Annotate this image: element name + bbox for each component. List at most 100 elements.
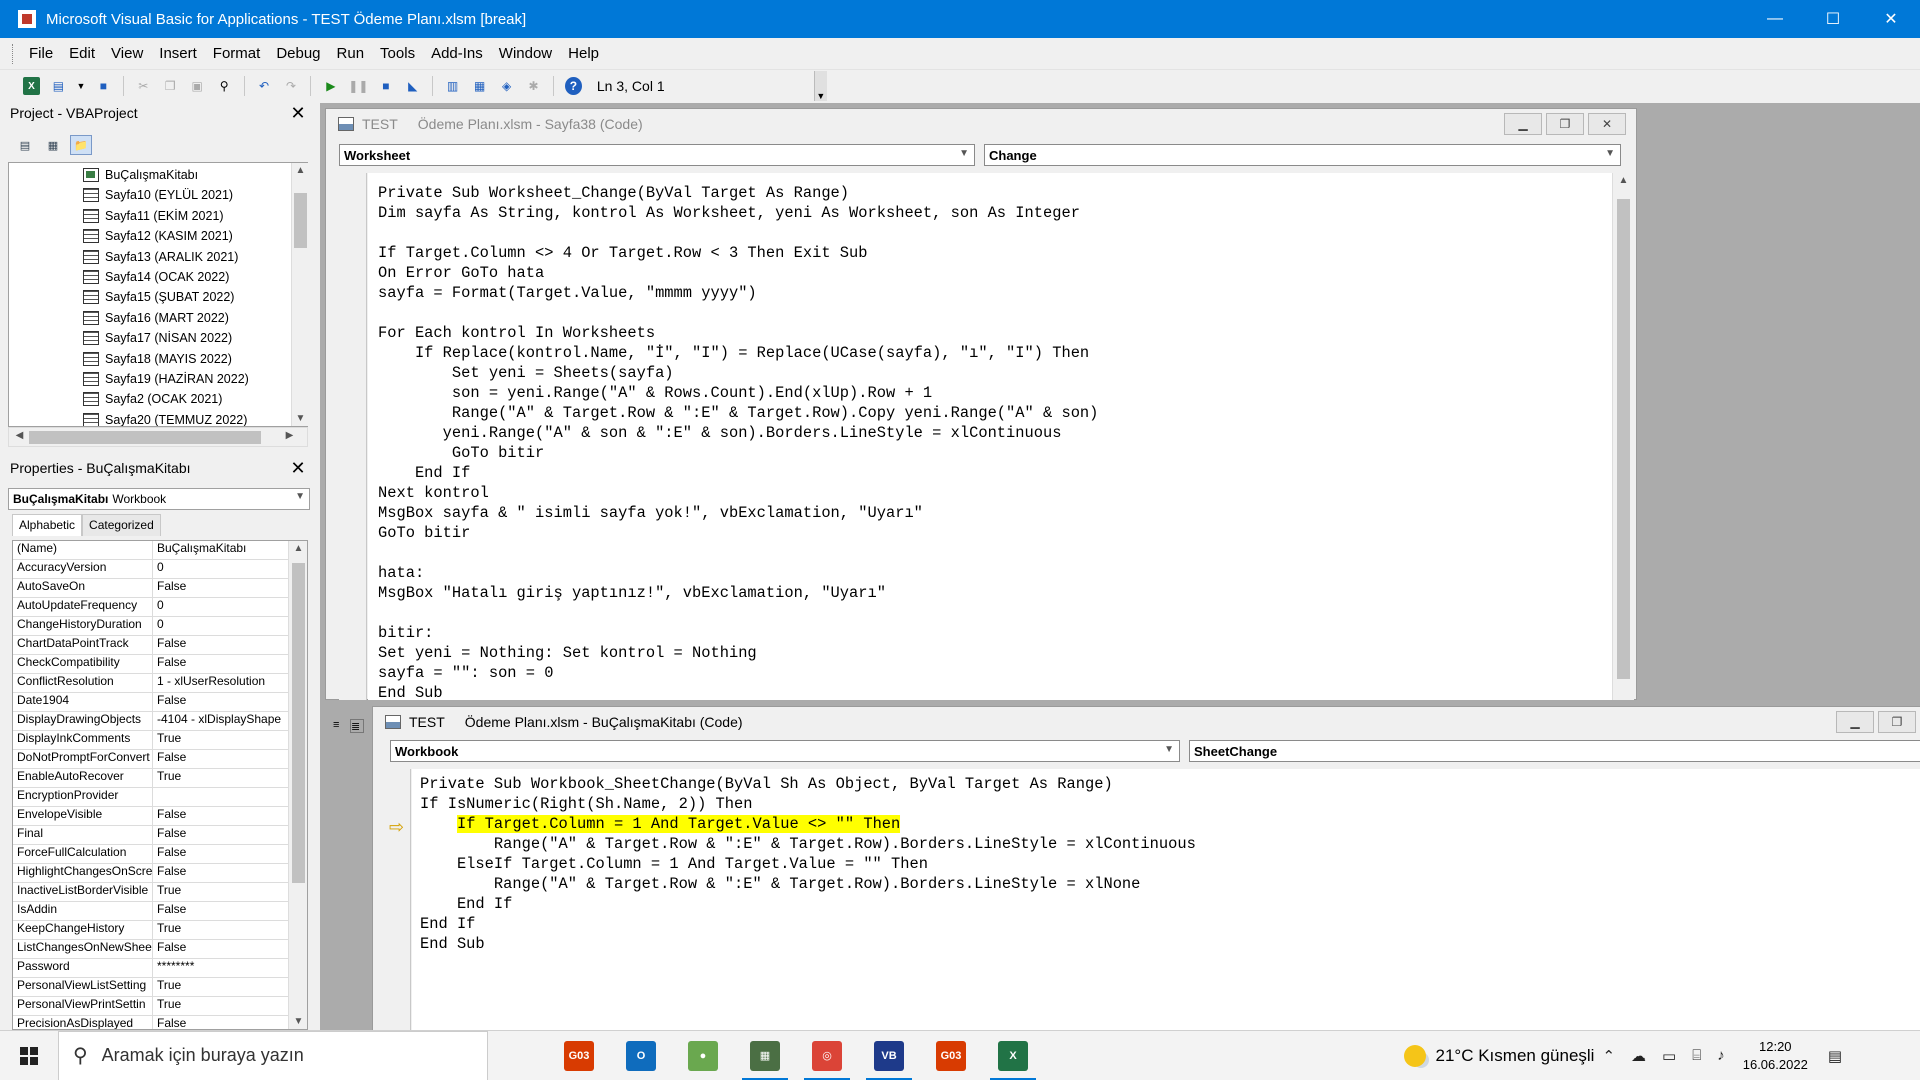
property-row[interactable]: DisplayInkComments True (13, 731, 307, 750)
property-value[interactable]: 0 (153, 598, 293, 616)
property-row[interactable]: ListChangesOnNewShee False (13, 940, 307, 959)
properties-window-icon[interactable]: ▦ (471, 77, 488, 95)
taskbar-app[interactable]: ◎ (796, 1031, 858, 1080)
property-row[interactable]: AutoUpdateFrequency 0 (13, 598, 307, 617)
procedure-select[interactable]: SheetChange (1189, 740, 1920, 762)
property-value[interactable] (153, 788, 293, 806)
notifications-icon[interactable]: ▤ (1828, 1047, 1842, 1065)
toggle-folders-icon[interactable]: 📁 (70, 135, 92, 155)
property-row[interactable]: DisplayDrawingObjects -4104 - xlDisplaySh… (13, 712, 307, 731)
property-row[interactable]: KeepChangeHistory True (13, 921, 307, 940)
property-row[interactable]: PrecisionAsDisplayed False (13, 1016, 307, 1029)
scroll-up-icon[interactable]: ▲ (290, 543, 307, 554)
full-module-view-icon[interactable]: ≣ (350, 719, 364, 733)
break-icon[interactable]: ❚❚ (348, 77, 368, 95)
toolbox-icon[interactable]: ✱ (525, 77, 542, 95)
property-value[interactable]: ******** (153, 959, 293, 977)
property-row[interactable]: HighlightChangesOnScre False (13, 864, 307, 883)
scroll-down-icon[interactable]: ▼ (290, 1016, 307, 1027)
property-row[interactable]: InactiveListBorderVisible True (13, 883, 307, 902)
property-value[interactable]: 0 (153, 617, 293, 635)
property-value[interactable]: True (153, 978, 293, 996)
maximize-button[interactable]: ☐ (1804, 0, 1862, 38)
property-value[interactable]: 0 (153, 560, 293, 578)
property-value[interactable]: False (153, 940, 293, 958)
volume-icon[interactable]: ♪ (1717, 1047, 1725, 1064)
properties-scrollbar[interactable]: ▲ ▼ (288, 541, 307, 1029)
menu-edit[interactable]: Edit (69, 45, 95, 62)
find-icon[interactable]: ⚲ (216, 77, 233, 95)
property-value[interactable]: True (153, 769, 293, 787)
project-tree-item[interactable]: Sayfa15 (ŞUBAT 2022) (83, 287, 234, 307)
property-value[interactable]: True (153, 921, 293, 939)
property-row[interactable]: ChartDataPointTrack False (13, 636, 307, 655)
menu-window[interactable]: Window (499, 45, 552, 62)
menu-help[interactable]: Help (568, 45, 599, 62)
close-button[interactable]: ✕ (1862, 0, 1920, 38)
menu-tools[interactable]: Tools (380, 45, 415, 62)
chevron-down-icon[interactable]: ▼ (959, 148, 969, 159)
property-row[interactable]: CheckCompatibility False (13, 655, 307, 674)
project-tree-item[interactable]: Sayfa13 (ARALIK 2021) (83, 247, 238, 267)
property-value[interactable]: True (153, 731, 293, 749)
code-editor-scrollbar[interactable]: ▲ (1612, 173, 1634, 700)
property-row[interactable]: ChangeHistoryDuration 0 (13, 617, 307, 636)
property-value[interactable]: False (153, 693, 293, 711)
property-value[interactable]: False (153, 1016, 293, 1029)
property-row[interactable]: Password ******** (13, 959, 307, 978)
object-select[interactable]: Worksheet ▼ (339, 144, 975, 166)
project-tree-item[interactable]: Sayfa12 (KASIM 2021) (83, 226, 233, 246)
project-tree-item[interactable]: Sayfa10 (EYLÜL 2021) (83, 185, 233, 205)
property-value[interactable]: 1 - xlUserResolution (153, 674, 293, 692)
project-tree-item[interactable]: Sayfa2 (OCAK 2021) (83, 389, 222, 409)
close-icon[interactable]: ✕ (1588, 113, 1626, 135)
scroll-up-icon[interactable]: ▲ (292, 165, 309, 176)
project-tree-item[interactable]: Sayfa11 (EKİM 2021) (83, 206, 224, 226)
project-tree-item[interactable]: Sayfa17 (NİSAN 2022) (83, 328, 232, 348)
scroll-thumb[interactable] (294, 193, 307, 248)
properties-object-select[interactable]: BuÇalışmaKitabı Workbook ▼ (8, 488, 310, 510)
scroll-left-icon[interactable]: ◀ (11, 430, 28, 441)
project-tree-item[interactable]: Sayfa20 (TEMMUZ 2022) (83, 410, 247, 426)
property-row[interactable]: Final False (13, 826, 307, 845)
tab-alphabetic[interactable]: Alphabetic (12, 514, 83, 536)
menu-run[interactable]: Run (337, 45, 365, 62)
property-row[interactable]: EncryptionProvider (13, 788, 307, 807)
taskbar-app[interactable]: VB (858, 1031, 920, 1080)
project-tree-item[interactable]: Sayfa16 (MART 2022) (83, 308, 229, 328)
taskbar-app[interactable]: X (982, 1031, 1044, 1080)
paste-icon[interactable]: ▣ (189, 77, 206, 95)
property-row[interactable]: EnvelopeVisible False (13, 807, 307, 826)
close-project-explorer-icon[interactable]: ✕ (287, 102, 309, 124)
property-row[interactable]: IsAddin False (13, 902, 307, 921)
property-value[interactable]: False (153, 636, 293, 654)
menu-debug[interactable]: Debug (276, 45, 320, 62)
procedure-view-icon[interactable]: ≡ (333, 719, 347, 733)
taskbar-app[interactable]: ● (672, 1031, 734, 1080)
project-tree-item[interactable]: Sayfa14 (OCAK 2022) (83, 267, 229, 287)
start-button[interactable] (0, 1031, 58, 1080)
help-icon[interactable]: ? (564, 77, 582, 95)
undo-icon[interactable]: ↶ (256, 77, 273, 95)
menu-add-ins[interactable]: Add-Ins (431, 45, 483, 62)
design-mode-icon[interactable]: ◣ (404, 77, 421, 95)
insert-dropdown-icon[interactable]: ▼ (76, 77, 85, 95)
property-value[interactable]: False (153, 579, 293, 597)
cut-icon[interactable]: ✂ (135, 77, 152, 95)
close-properties-icon[interactable]: ✕ (287, 457, 309, 479)
chevron-down-icon[interactable]: ▼ (1605, 148, 1615, 159)
property-row[interactable]: PersonalViewPrintSettin True (13, 997, 307, 1016)
taskbar-app[interactable]: G03 (920, 1031, 982, 1080)
chevron-up-icon[interactable]: ⌃ (1602, 1047, 1615, 1065)
property-row[interactable]: PersonalViewListSetting True (13, 978, 307, 997)
tab-categorized[interactable]: Categorized (82, 514, 161, 536)
scroll-up-icon[interactable]: ▲ (1615, 175, 1632, 186)
save-icon[interactable]: ■ (95, 77, 112, 95)
property-value[interactable]: False (153, 826, 293, 844)
project-tree-item[interactable]: BuÇalışmaKitabı (83, 165, 198, 185)
restore-icon[interactable]: ❐ (1546, 113, 1584, 135)
battery-icon[interactable]: ▭ (1662, 1047, 1676, 1065)
insert-userform-icon[interactable]: ▤ (50, 77, 67, 95)
property-row[interactable]: DoNotPromptForConvert False (13, 750, 307, 769)
taskbar-app[interactable]: G03 (548, 1031, 610, 1080)
